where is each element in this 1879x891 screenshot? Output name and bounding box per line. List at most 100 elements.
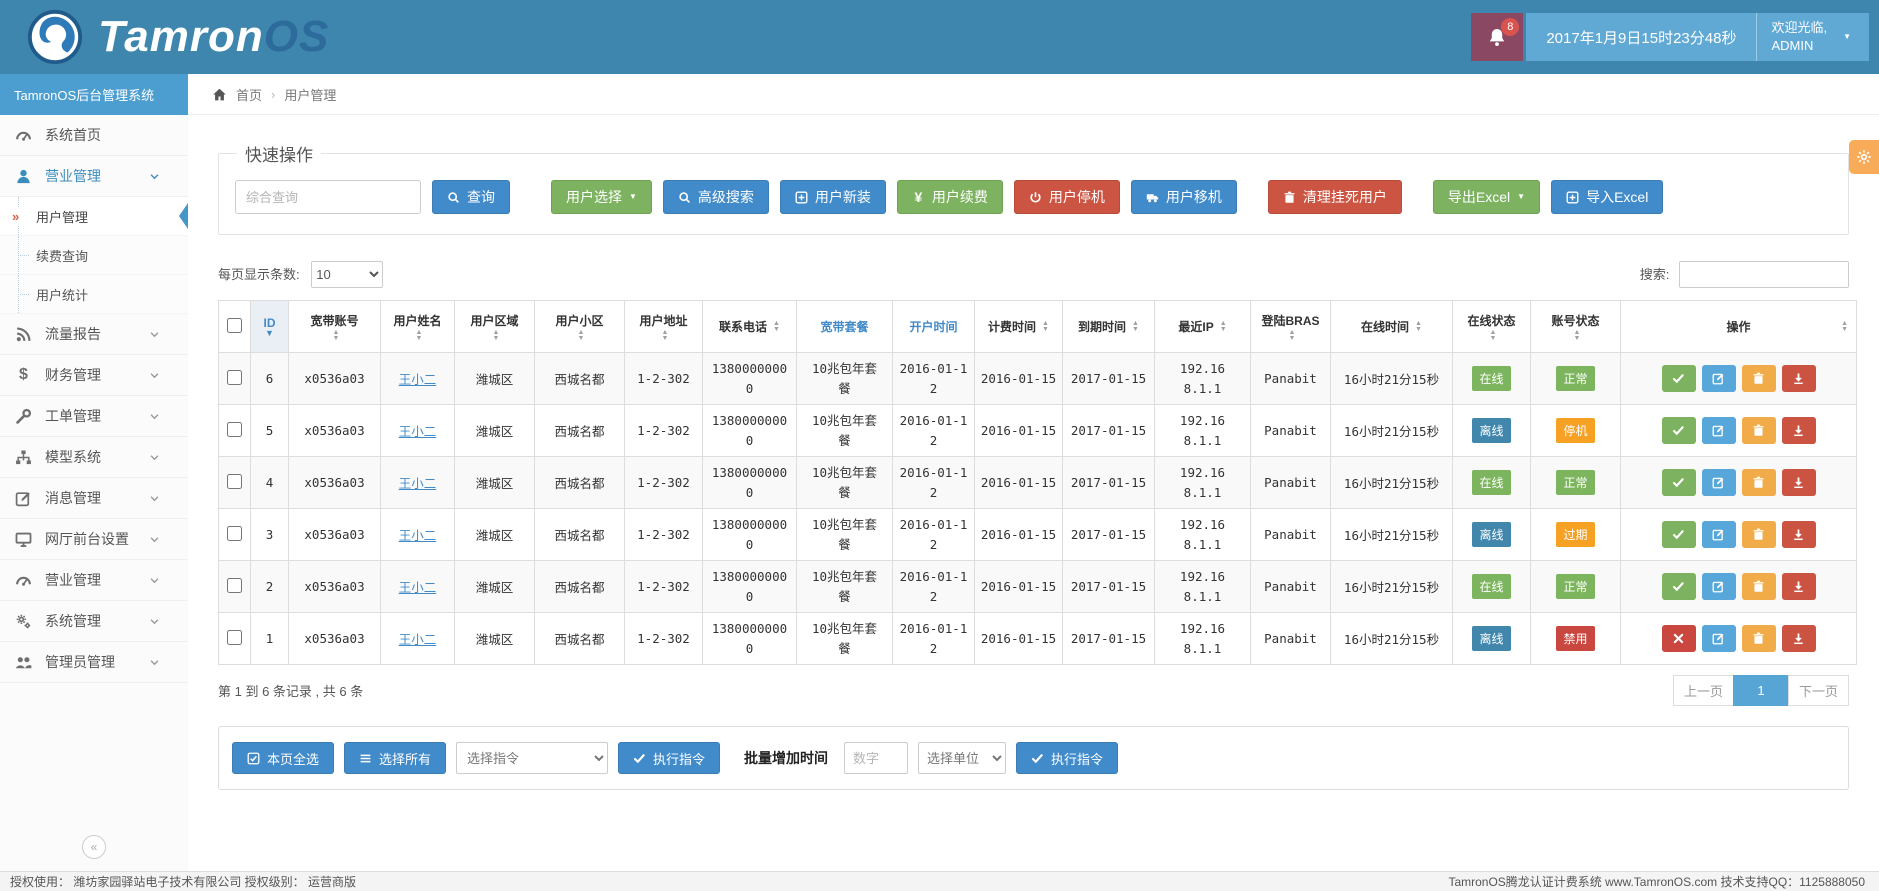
sidebar-item-4[interactable]: 工单管理: [0, 396, 188, 437]
download-action-button[interactable]: [1782, 469, 1816, 496]
trash-action-button[interactable]: [1742, 573, 1776, 600]
edit-action-button[interactable]: [1702, 365, 1736, 392]
sidebar-item-5[interactable]: 模型系统: [0, 437, 188, 478]
row-checkbox[interactable]: [227, 526, 242, 541]
toolbar-button-6[interactable]: 用户移机: [1131, 180, 1237, 214]
command-select[interactable]: 选择指令: [456, 742, 608, 774]
sidebar-item-3[interactable]: $财务管理: [0, 355, 188, 396]
download-action-button[interactable]: [1782, 521, 1816, 548]
toolbar-button-9[interactable]: 导入Excel: [1551, 180, 1663, 214]
prev-page-button[interactable]: 上一页: [1673, 675, 1734, 706]
column-header-phone[interactable]: 联系电话▲▼: [703, 301, 797, 353]
column-header-community[interactable]: 用户小区▲▼: [535, 301, 625, 353]
column-header-online_time[interactable]: 在线时间▲▼: [1331, 301, 1453, 353]
user-name-link[interactable]: 王小二: [399, 372, 437, 387]
sidebar-item-10[interactable]: 管理员管理: [0, 642, 188, 683]
batch-number-input[interactable]: [844, 742, 908, 774]
user-name-link[interactable]: 王小二: [399, 476, 437, 491]
trash-action-button[interactable]: [1742, 417, 1776, 444]
sidebar-item-7[interactable]: 网厅前台设置: [0, 519, 188, 560]
column-header-bill_date[interactable]: 计费时间▲▼: [975, 301, 1063, 353]
check-icon: [1672, 528, 1685, 541]
download-action-button[interactable]: [1782, 365, 1816, 392]
column-header-name[interactable]: 用户姓名▲▼: [381, 301, 455, 353]
current-page-button[interactable]: 1: [1733, 675, 1789, 706]
toolbar-button-7[interactable]: 清理挂死用户: [1268, 180, 1402, 214]
row-checkbox[interactable]: [227, 578, 242, 593]
trash-action-button[interactable]: [1742, 365, 1776, 392]
toolbar-button-2[interactable]: 高级搜索: [663, 180, 769, 214]
column-header-actions[interactable]: 操作▲▼: [1621, 301, 1857, 353]
edit-action-button[interactable]: [1702, 625, 1736, 652]
sidebar-item-label: 财务管理: [45, 365, 101, 385]
user-name-link[interactable]: 王小二: [399, 580, 437, 595]
row-checkbox[interactable]: [227, 422, 242, 437]
breadcrumb-home[interactable]: 首页: [236, 85, 262, 104]
select-page-button[interactable]: 本页全选: [232, 742, 334, 774]
sidebar-subitem-1[interactable]: 续费查询: [0, 236, 188, 275]
check-action-button[interactable]: [1662, 573, 1696, 600]
sidebar-item-8[interactable]: 营业管理: [0, 560, 188, 601]
unit-select[interactable]: 选择单位: [918, 742, 1006, 774]
trash-action-button[interactable]: [1742, 625, 1776, 652]
column-header-region[interactable]: 用户区域▲▼: [455, 301, 535, 353]
sidebar-item-6[interactable]: 消息管理: [0, 478, 188, 519]
column-header-plan[interactable]: 宽带套餐: [797, 301, 893, 353]
trash-action-button[interactable]: [1742, 469, 1776, 496]
combined-search-input[interactable]: [235, 180, 421, 214]
toolbar-button-4[interactable]: ¥用户续费: [897, 180, 1003, 214]
check-action-button[interactable]: [1662, 469, 1696, 496]
edit-icon: [1712, 528, 1725, 541]
column-header-expire_date[interactable]: 到期时间▲▼: [1063, 301, 1155, 353]
download-action-button[interactable]: [1782, 573, 1816, 600]
toolbar-button-3[interactable]: 用户新装: [780, 180, 886, 214]
sidebar-item-0[interactable]: 系统首页: [0, 115, 188, 156]
edit-action-button[interactable]: [1702, 521, 1736, 548]
column-header-account_status[interactable]: 账号状态▲▼: [1531, 301, 1621, 353]
row-checkbox[interactable]: [227, 370, 242, 385]
select-all-button[interactable]: 选择所有: [344, 742, 446, 774]
execute-batch-time-button[interactable]: 执行指令: [1016, 742, 1118, 774]
settings-gear-tab[interactable]: [1849, 140, 1879, 174]
user-name-link[interactable]: 王小二: [399, 632, 437, 647]
column-header-open_date[interactable]: 开户时间: [893, 301, 975, 353]
table-search-input[interactable]: [1679, 261, 1849, 288]
sidebar-subitem-2[interactable]: 用户统计: [0, 275, 188, 314]
check-action-button[interactable]: [1662, 521, 1696, 548]
download-action-button[interactable]: [1782, 417, 1816, 444]
column-header-bras[interactable]: 登陆BRAS▲▼: [1251, 301, 1331, 353]
toolbar-button-1[interactable]: 用户选择▼: [551, 180, 652, 214]
check-action-button[interactable]: [1662, 365, 1696, 392]
sidebar-item-1[interactable]: 营业管理: [0, 156, 188, 197]
column-header-online_status[interactable]: 在线状态▲▼: [1453, 301, 1531, 353]
sidebar-subitem-0[interactable]: »用户管理: [0, 197, 188, 236]
sidebar-collapse-button[interactable]: «: [82, 835, 106, 859]
sidebar-item-2[interactable]: 流量报告: [0, 314, 188, 355]
edit-action-button[interactable]: [1702, 573, 1736, 600]
column-header-account[interactable]: 宽带账号▲▼: [289, 301, 381, 353]
edit-action-button[interactable]: [1702, 469, 1736, 496]
cross-action-button[interactable]: [1662, 625, 1696, 652]
toolbar-button-8[interactable]: 导出Excel▼: [1433, 180, 1540, 214]
next-page-button[interactable]: 下一页: [1788, 675, 1849, 706]
toolbar-button-0[interactable]: 查询: [432, 180, 510, 214]
column-header-address[interactable]: 用户地址▲▼: [625, 301, 703, 353]
per-page-select[interactable]: 10: [311, 261, 383, 288]
download-action-button[interactable]: [1782, 625, 1816, 652]
notifications-button[interactable]: 8: [1471, 13, 1523, 61]
sidebar-item-9[interactable]: 系统管理: [0, 601, 188, 642]
trash-action-button[interactable]: [1742, 521, 1776, 548]
column-header-ip[interactable]: 最近IP▲▼: [1155, 301, 1251, 353]
toolbar-button-5[interactable]: 用户停机: [1014, 180, 1120, 214]
execute-command-button[interactable]: 执行指令: [618, 742, 720, 774]
user-menu[interactable]: 欢迎光临,ADMIN ▼: [1756, 13, 1869, 61]
row-checkbox[interactable]: [227, 630, 242, 645]
select-all-checkbox[interactable]: [227, 318, 242, 333]
row-checkbox[interactable]: [227, 474, 242, 489]
column-header-id[interactable]: ID▼: [251, 301, 289, 353]
edit-action-button[interactable]: [1702, 417, 1736, 444]
user-name-link[interactable]: 王小二: [399, 528, 437, 543]
chevron-down-icon: [149, 657, 160, 668]
user-name-link[interactable]: 王小二: [399, 424, 437, 439]
check-action-button[interactable]: [1662, 417, 1696, 444]
